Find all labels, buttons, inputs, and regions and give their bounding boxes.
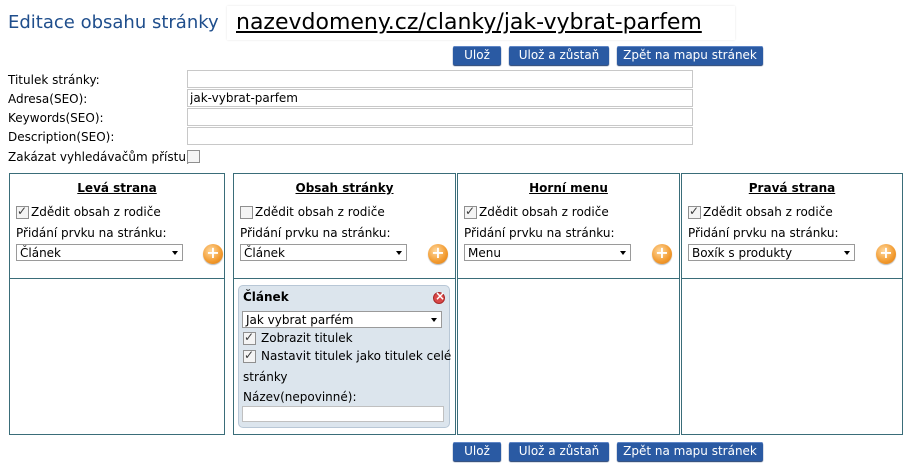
- panel-right: Pravá strana Zdědit obsah z rodiče Přidá…: [681, 173, 903, 435]
- save-button-bottom[interactable]: Ulož: [453, 442, 501, 461]
- panel-divider: [682, 278, 902, 279]
- add-circle-icon[interactable]: [876, 243, 896, 264]
- add-element-label: Přidání prvku na stránku:: [240, 226, 391, 240]
- title-input[interactable]: [187, 70, 693, 88]
- element-select-value: Článek: [20, 246, 62, 260]
- inherit-checkbox[interactable]: [240, 206, 253, 219]
- element-select-value: Boxík s produkty: [692, 246, 793, 260]
- description-label: Description(SEO):: [8, 130, 115, 144]
- close-icon[interactable]: [433, 289, 445, 304]
- element-select[interactable]: Článek: [240, 244, 407, 261]
- url-text: nazevdomeny.cz/clanky/jak-vybrat-parfem: [236, 10, 702, 35]
- inherit-label: Zdědit obsah z rodiče: [479, 205, 609, 219]
- article-widget: Článek Jak vybrat parfém Zobrazit titule…: [238, 285, 452, 428]
- keywords-input[interactable]: [187, 108, 693, 126]
- add-circle-icon[interactable]: [652, 243, 672, 264]
- show-title-checkbox[interactable]: [243, 330, 256, 345]
- title-label: Titulek stránky:: [8, 73, 100, 87]
- inherit-label: Zdědit obsah z rodiče: [703, 205, 833, 219]
- chevron-down-icon: [431, 318, 437, 322]
- description-input[interactable]: [187, 127, 693, 145]
- add-circle-icon[interactable]: [203, 243, 223, 264]
- add-element-label: Přidání prvku na stránku:: [16, 226, 167, 240]
- article-select-value: Jak vybrat parfém: [246, 313, 354, 327]
- add-element-label: Přidání prvku na stránku:: [688, 226, 839, 240]
- article-select[interactable]: Jak vybrat parfém: [242, 311, 442, 328]
- name-label: Název(nepovinné):: [243, 390, 357, 404]
- back-to-sitemap-button[interactable]: Zpět na mapu stránek: [617, 46, 763, 65]
- save-stay-button[interactable]: Ulož a zůstaň: [509, 46, 609, 65]
- panel-divider: [458, 278, 679, 279]
- widget-title: Článek: [243, 290, 289, 304]
- panel-divider: [234, 278, 455, 279]
- element-select[interactable]: Boxík s produkty: [688, 244, 855, 261]
- inherit-checkbox[interactable]: [16, 204, 29, 219]
- address-label: Adresa(SEO):: [8, 92, 88, 106]
- save-button[interactable]: Ulož: [453, 46, 501, 65]
- add-element-label: Přidání prvku na stránku:: [464, 226, 615, 240]
- chevron-down-icon: [620, 251, 626, 255]
- panel-top-menu: Horní menu Zdědit obsah z rodiče Přidání…: [457, 173, 680, 435]
- panel-left: Levá strana Zdědit obsah z rodiče Přidán…: [9, 173, 225, 435]
- inherit-label: Zdědit obsah z rodiče: [31, 205, 161, 219]
- panel-title: Levá strana: [77, 181, 157, 195]
- address-input[interactable]: [187, 89, 693, 107]
- element-select-value: Článek: [244, 246, 286, 260]
- set-page-title-label-cont: stránky: [243, 370, 288, 384]
- inherit-checkbox[interactable]: [688, 204, 701, 219]
- panel-title: Horní menu: [529, 181, 608, 195]
- inherit-label: Zdědit obsah z rodiče: [255, 205, 385, 219]
- panel-title: Obsah stránky: [295, 181, 394, 195]
- block-robots-checkbox[interactable]: [187, 150, 200, 163]
- panel-title: Pravá strana: [748, 181, 836, 195]
- chevron-down-icon: [396, 251, 402, 255]
- element-select[interactable]: Článek: [16, 244, 183, 261]
- set-page-title-label: Nastavit titulek jako titulek celé: [261, 349, 452, 363]
- chevron-down-icon: [172, 251, 178, 255]
- url-display: nazevdomeny.cz/clanky/jak-vybrat-parfem: [227, 6, 735, 40]
- element-select-value: Menu: [468, 246, 501, 260]
- set-page-title-checkbox[interactable]: [243, 348, 256, 363]
- block-robots-label: Zakázat vyhledávačům přístup:: [8, 150, 198, 164]
- back-to-sitemap-button-bottom[interactable]: Zpět na mapu stránek: [617, 442, 763, 461]
- inherit-checkbox[interactable]: [464, 204, 477, 219]
- chevron-down-icon: [844, 251, 850, 255]
- name-input[interactable]: [242, 406, 444, 422]
- save-stay-button-bottom[interactable]: Ulož a zůstaň: [509, 442, 609, 461]
- panel-divider: [10, 278, 224, 279]
- add-circle-icon[interactable]: [428, 243, 448, 264]
- keywords-label: Keywords(SEO):: [8, 111, 104, 125]
- show-title-label: Zobrazit titulek: [261, 331, 353, 345]
- page-title: Editace obsahu stránky: [8, 12, 219, 33]
- element-select[interactable]: Menu: [464, 244, 631, 261]
